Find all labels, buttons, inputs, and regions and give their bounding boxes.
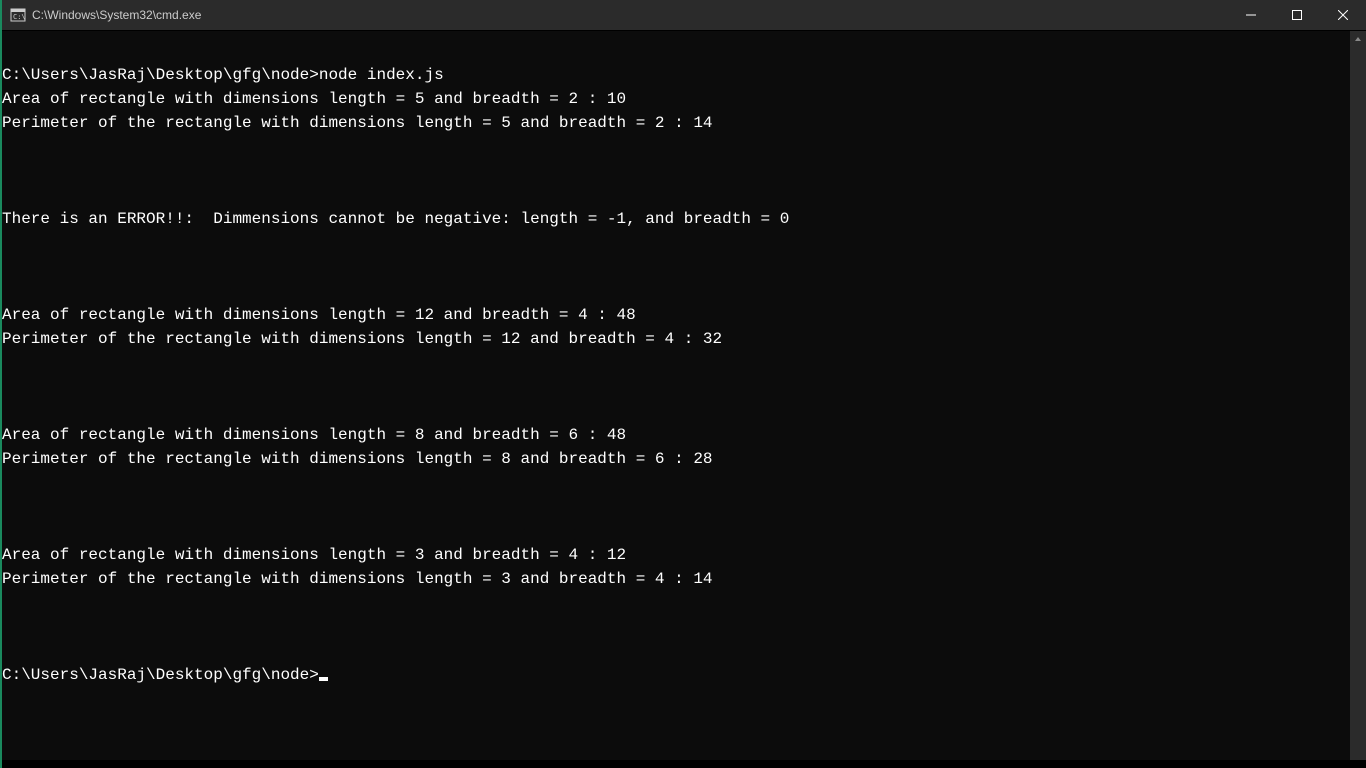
- minimize-button[interactable]: [1228, 0, 1274, 30]
- bottom-border: [2, 760, 1366, 768]
- terminal-line: [2, 231, 1350, 255]
- terminal-line: Perimeter of the rectangle with dimensio…: [2, 327, 1350, 351]
- titlebar[interactable]: C:\ C:\Windows\System32\cmd.exe: [2, 0, 1366, 30]
- terminal-line: [2, 471, 1350, 495]
- svg-text:C:\: C:\: [13, 13, 26, 21]
- terminal-line: Area of rectangle with dimensions length…: [2, 543, 1350, 567]
- scrollbar[interactable]: [1350, 31, 1366, 760]
- cursor: [319, 677, 328, 681]
- close-button[interactable]: [1320, 0, 1366, 30]
- window-controls: [1228, 0, 1366, 30]
- terminal-line: C:\Users\JasRaj\Desktop\gfg\node>node in…: [2, 63, 1350, 87]
- terminal-output[interactable]: C:\Users\JasRaj\Desktop\gfg\node>node in…: [2, 31, 1350, 760]
- terminal-line: [2, 39, 1350, 63]
- terminal-line: There is an ERROR!!: Dimmensions cannot …: [2, 207, 1350, 231]
- cmd-icon: C:\: [10, 7, 26, 23]
- terminal-line: Perimeter of the rectangle with dimensio…: [2, 111, 1350, 135]
- terminal-line: Area of rectangle with dimensions length…: [2, 87, 1350, 111]
- terminal-line: [2, 519, 1350, 543]
- terminal-line: Area of rectangle with dimensions length…: [2, 423, 1350, 447]
- terminal-line: [2, 495, 1350, 519]
- terminal-prompt: C:\Users\JasRaj\Desktop\gfg\node>: [2, 666, 319, 684]
- terminal-line: [2, 375, 1350, 399]
- maximize-button[interactable]: [1274, 0, 1320, 30]
- scrollbar-up-arrow[interactable]: [1350, 31, 1366, 47]
- terminal-prompt-line[interactable]: C:\Users\JasRaj\Desktop\gfg\node>: [2, 663, 1350, 687]
- terminal-line: [2, 183, 1350, 207]
- terminal-line: [2, 399, 1350, 423]
- terminal-line: [2, 279, 1350, 303]
- terminal-content-wrapper: C:\Users\JasRaj\Desktop\gfg\node>node in…: [2, 30, 1366, 760]
- terminal-line: [2, 255, 1350, 279]
- terminal-line: Perimeter of the rectangle with dimensio…: [2, 447, 1350, 471]
- terminal-line: [2, 135, 1350, 159]
- terminal-line: Perimeter of the rectangle with dimensio…: [2, 567, 1350, 591]
- terminal-line: [2, 591, 1350, 615]
- terminal-line: [2, 639, 1350, 663]
- cmd-window: C:\ C:\Windows\System32\cmd.exe C:\Users…: [0, 0, 1366, 768]
- terminal-line: [2, 159, 1350, 183]
- terminal-line: Area of rectangle with dimensions length…: [2, 303, 1350, 327]
- terminal-line: [2, 351, 1350, 375]
- terminal-line: [2, 615, 1350, 639]
- window-title: C:\Windows\System32\cmd.exe: [32, 8, 1228, 22]
